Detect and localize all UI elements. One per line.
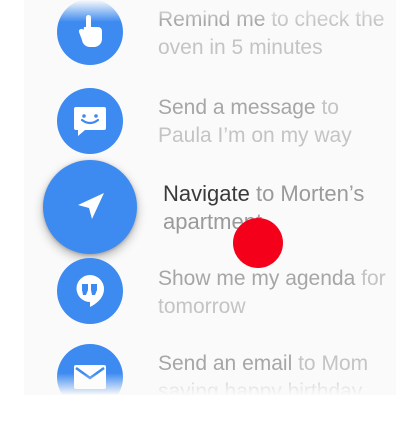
hangouts-icon — [74, 274, 106, 308]
navigate-icon — [72, 189, 108, 225]
suggestion-remind[interactable]: Remind me to check the oven in 5 minutes — [24, 0, 396, 79]
suggestion-navigate[interactable]: Navigate to Morten’s apartment — [24, 160, 396, 254]
suggestion-command: Remind me — [158, 8, 266, 31]
suggestion-command: Send an email — [158, 352, 293, 375]
navigate-button[interactable] — [43, 160, 137, 254]
suggestion-text: Show me my agenda for tomorrow — [158, 265, 386, 321]
suggestion-text: Send an email to Mom saying happy birthd… — [158, 350, 386, 395]
hand-pointer-icon — [75, 15, 105, 49]
touch-indicator — [233, 218, 283, 268]
suggestion-command: Show me my agenda — [158, 267, 356, 290]
message-icon — [73, 105, 107, 137]
suggestion-text: Send a message to Paula I’m on my way — [158, 94, 386, 150]
voice-suggestions-list: Remind me to check the oven in 5 minutes… — [24, 0, 396, 395]
suggestion-command: Send a message — [158, 96, 316, 119]
email-button[interactable] — [57, 344, 123, 395]
suggestion-message[interactable]: Send a message to Paula I’m on my way — [24, 84, 396, 168]
suggestion-agenda[interactable]: Show me my agenda for tomorrow — [24, 258, 396, 342]
suggestion-command: Navigate — [163, 181, 250, 206]
message-button[interactable] — [57, 88, 123, 154]
email-icon — [73, 364, 107, 390]
suggestion-email[interactable]: Send an email to Mom saying happy birthd… — [24, 344, 396, 395]
remind-button[interactable] — [57, 0, 123, 65]
agenda-button[interactable] — [57, 258, 123, 324]
suggestion-text: Remind me to check the oven in 5 minutes — [158, 6, 386, 62]
